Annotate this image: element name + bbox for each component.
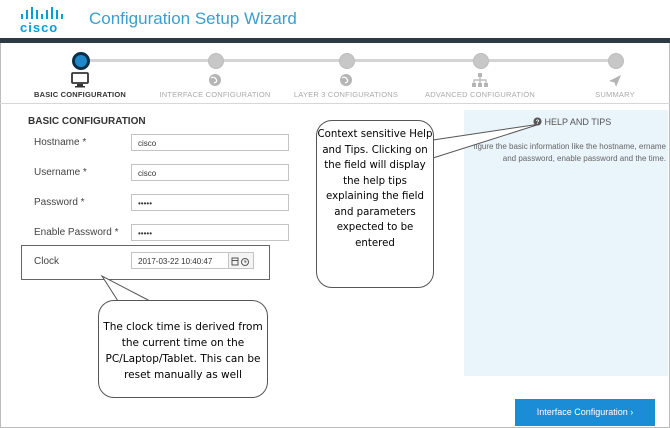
clock-callout: The clock time is derived from the curre… (98, 300, 268, 398)
interface-configuration-button[interactable]: Interface Configuration › (515, 399, 655, 426)
help-callout: Context sensitive Help and Tips. Clickin… (316, 120, 434, 288)
